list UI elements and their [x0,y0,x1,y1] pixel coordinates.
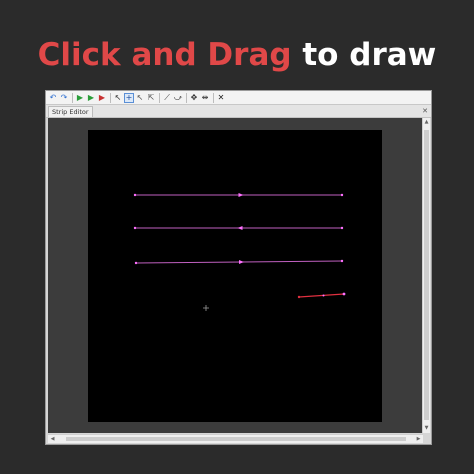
tab-strip-editor[interactable]: Strip Editor [48,106,93,117]
toolbar-separator [159,92,160,103]
move-icon[interactable]: ✥ [189,93,199,103]
toolbar-separator [186,92,187,103]
headline-click-and-drag: Click and Drag [37,37,292,73]
drawing-canvas[interactable] [88,130,382,422]
headline-to-draw: to draw [302,37,437,73]
scroll-down-icon[interactable]: ▼ [423,425,430,432]
line-tool-icon[interactable]: ⟋ [162,93,172,103]
select-arrow-icon[interactable]: ↖ [113,93,123,103]
horizontal-scroll-thumb[interactable] [66,437,406,441]
toolbar: ↶ ↷ ▶ ▶ ▶ ↖ + ↖ ⇱ ⟋ ⤻ ✥ ⇹ ✕ [46,91,431,105]
delete-icon[interactable]: ✕ [216,93,226,103]
undo-icon[interactable]: ↶ [48,93,58,103]
pointer-vertex-icon[interactable]: ⇱ [146,93,156,103]
close-icon[interactable]: ✕ [422,106,428,116]
headline: Click and Drag to draw [0,36,474,74]
redo-icon[interactable]: ↷ [59,93,69,103]
split-icon[interactable]: ⇹ [200,93,210,103]
scroll-left-icon[interactable]: ◀ [49,435,56,443]
vertical-scroll-thumb[interactable] [424,130,429,420]
curve-tool-icon[interactable]: ⤻ [173,93,183,103]
horizontal-scrollbar[interactable]: ◀ ▶ [48,434,423,443]
toolbar-separator [213,92,214,103]
draw-crosshair-icon[interactable]: + [124,92,134,103]
strip-insert-icon[interactable]: ▶ [86,93,96,103]
scroll-right-icon[interactable]: ▶ [415,435,422,443]
pointer-icon[interactable]: ↖ [135,93,145,103]
toolbar-separator [110,92,111,103]
toolbar-separator [72,92,73,103]
strip-add-icon[interactable]: ▶ [75,93,85,103]
scroll-up-icon[interactable]: ▲ [423,119,430,126]
strip-remove-icon[interactable]: ▶ [97,93,107,103]
vertical-scrollbar[interactable]: ▲ ▼ [422,118,430,433]
canvas-area [48,118,423,433]
panel-tabbar: Strip Editor ✕ [46,105,431,118]
strip-editor-window: ↶ ↷ ▶ ▶ ▶ ↖ + ↖ ⇱ ⟋ ⤻ ✥ ⇹ ✕ Strip Editor ✕ ▲ ▼ ◀ ▶ [45,90,432,445]
